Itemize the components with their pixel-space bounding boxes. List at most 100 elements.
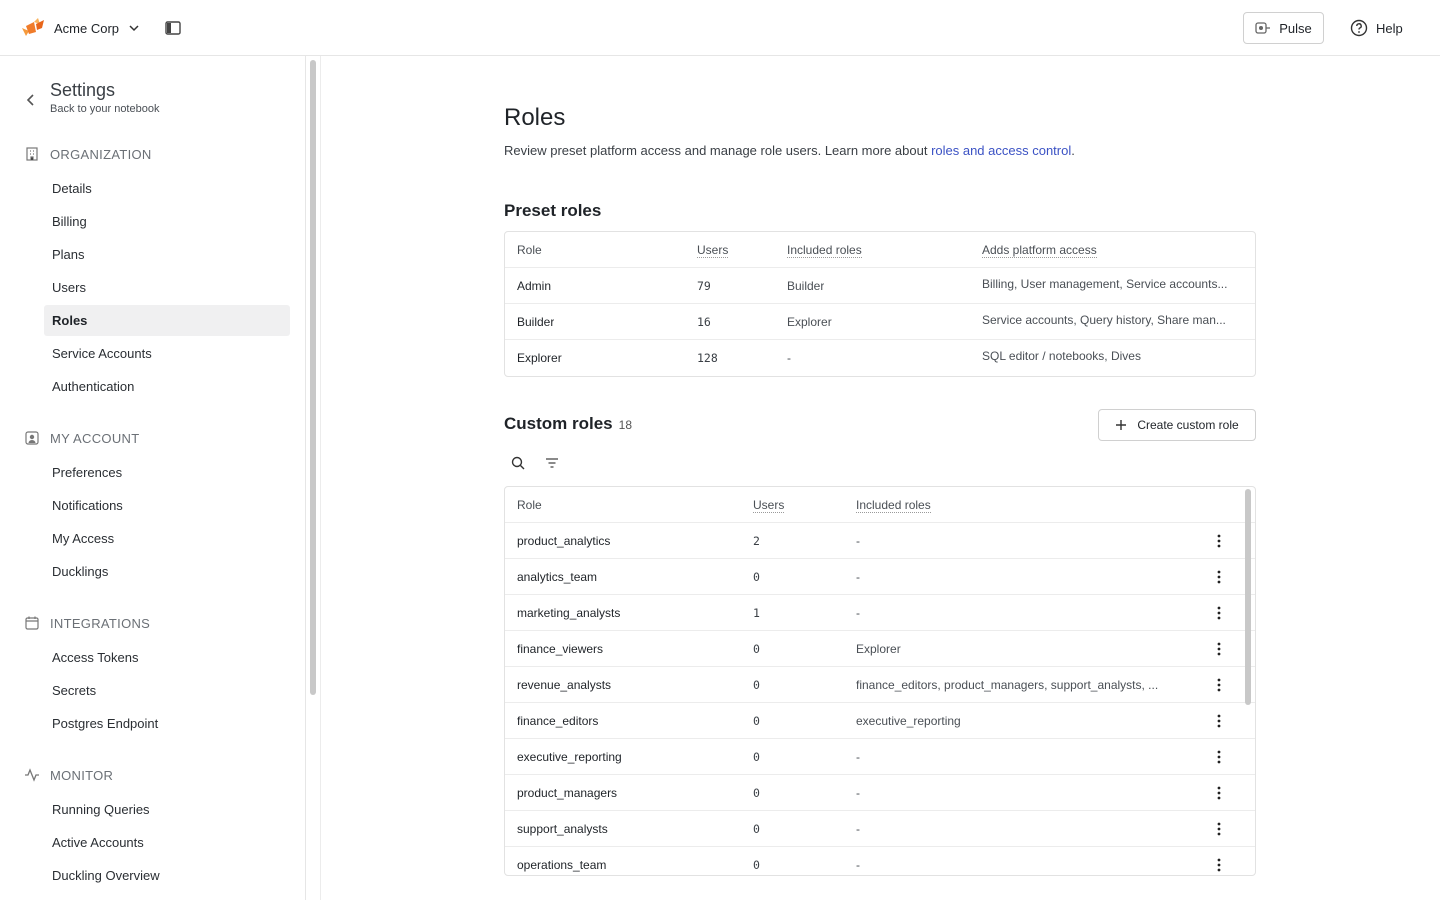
search-icon[interactable]: [510, 455, 526, 471]
role-included: -: [856, 606, 860, 620]
section-integrations: INTEGRATIONS: [24, 615, 150, 631]
preset-roles-heading: Preset roles: [504, 201, 602, 220]
table-row[interactable]: revenue_analysts 0 finance_editors, produc…: [505, 667, 1255, 703]
table-row[interactable]: operations_team 0 -: [505, 847, 1255, 875]
role-name: support_analysts: [517, 822, 608, 836]
table-row[interactable]: finance_viewers 0 Explorer: [505, 631, 1255, 667]
table-header: Role Users Included roles: [505, 487, 1255, 523]
role-included: Explorer: [856, 642, 901, 656]
col-users[interactable]: Users: [697, 243, 729, 258]
table-row[interactable]: marketing_analysts 1 -: [505, 595, 1255, 631]
col-adds-platform-access[interactable]: Adds platform access: [982, 243, 1097, 258]
sidebar-item-roles[interactable]: Roles: [44, 305, 290, 336]
section-monitor: MONITOR: [24, 767, 113, 783]
table-row[interactable]: Builder 16 Explorer Service accounts, Qu…: [505, 304, 1255, 340]
org-switcher[interactable]: Acme Corp: [20, 16, 141, 40]
more-vertical-icon[interactable]: [1211, 569, 1227, 585]
role-name: marketing_analysts: [517, 606, 621, 620]
more-vertical-icon[interactable]: [1211, 821, 1227, 837]
sidebar-item-plans[interactable]: Plans: [44, 239, 290, 270]
role-included: -: [856, 750, 860, 764]
activity-icon: [25, 768, 39, 782]
section-my-account: MY ACCOUNT: [24, 430, 139, 446]
sidebar-item-billing[interactable]: Billing: [44, 206, 290, 237]
sidebar-item-active-accounts[interactable]: Active Accounts: [44, 827, 290, 858]
col-included-roles[interactable]: Included roles: [856, 498, 931, 513]
table-row[interactable]: finance_editors 0 executive_reporting: [505, 703, 1255, 739]
table-row[interactable]: executive_reporting 0 -: [505, 739, 1255, 775]
plus-icon: [1116, 420, 1127, 430]
sidebar-item-notifications[interactable]: Notifications: [44, 490, 290, 521]
sidebar-item-authentication[interactable]: Authentication: [44, 371, 290, 402]
sidebar-item-ducklings[interactable]: Ducklings: [44, 556, 290, 587]
col-included-roles[interactable]: Included roles: [787, 243, 862, 258]
sidebar-item-access-tokens[interactable]: Access Tokens: [44, 642, 290, 673]
role-included: -: [856, 786, 860, 800]
user-square-icon: [25, 431, 39, 445]
role-user-count: 1: [753, 606, 760, 620]
table-row[interactable]: Explorer 128 - SQL editor / notebooks, D…: [505, 340, 1255, 376]
role-user-count: 2: [753, 534, 760, 548]
more-vertical-icon[interactable]: [1211, 785, 1227, 801]
more-vertical-icon[interactable]: [1211, 749, 1227, 765]
role-user-count: 0: [753, 822, 760, 836]
role-user-count: 0: [753, 786, 760, 800]
sidebar-item-running-queries[interactable]: Running Queries: [44, 794, 290, 825]
building-icon: [26, 147, 38, 161]
table-header: Role Users Included roles Adds platform …: [505, 232, 1255, 268]
filter-icon[interactable]: [544, 455, 560, 471]
back-to-notebook[interactable]: Settings Back to your notebook: [24, 80, 159, 115]
sidebar-item-secrets[interactable]: Secrets: [44, 675, 290, 706]
pulse-button[interactable]: Pulse: [1243, 12, 1324, 44]
col-role: Role: [517, 498, 542, 512]
table-row[interactable]: product_analytics 2 -: [505, 523, 1255, 559]
sidebar-item-users[interactable]: Users: [44, 272, 290, 303]
more-vertical-icon[interactable]: [1211, 713, 1227, 729]
custom-roles-count: 18: [618, 418, 632, 432]
role-name: revenue_analysts: [517, 678, 612, 692]
duck-logo-icon: [22, 18, 44, 36]
help-button[interactable]: Help: [1350, 12, 1403, 44]
role-included: finance_editors, product_managers, suppo…: [856, 678, 1159, 692]
table-row[interactable]: support_analysts 0 -: [505, 811, 1255, 847]
role-user-count: 0: [753, 750, 760, 764]
create-custom-role-button[interactable]: Create custom role: [1098, 409, 1256, 441]
sidebar-item-preferences[interactable]: Preferences: [44, 457, 290, 488]
role-name: finance_viewers: [517, 642, 604, 656]
more-vertical-icon[interactable]: [1211, 641, 1227, 657]
settings-subtitle: Back to your notebook: [50, 103, 160, 115]
table-row[interactable]: analytics_team 0 -: [505, 559, 1255, 595]
sidebar-item-duckling-overview[interactable]: Duckling Overview: [44, 860, 290, 891]
role-name: operations_team: [517, 858, 607, 872]
role-name: finance_editors: [517, 714, 599, 728]
sidebar-item-details[interactable]: Details: [44, 173, 290, 204]
role-name: executive_reporting: [517, 750, 622, 764]
roles-docs-link[interactable]: roles and access control: [931, 143, 1071, 158]
preset-roles-table: Role Users Included roles Adds platform …: [504, 231, 1256, 377]
more-vertical-icon[interactable]: [1211, 677, 1227, 693]
sidebar-item-my-access[interactable]: My Access: [44, 523, 290, 554]
sidebar-item-postgres-endpoint[interactable]: Postgres Endpoint: [44, 708, 290, 739]
col-users[interactable]: Users: [753, 498, 785, 513]
more-vertical-icon[interactable]: [1211, 533, 1227, 549]
col-role: Role: [517, 243, 542, 257]
table-row[interactable]: Admin 79 Builder Billing, User managemen…: [505, 268, 1255, 304]
sidebar-toggle-icon[interactable]: [164, 19, 182, 37]
calendar-icon: [25, 616, 39, 630]
role-name: product_managers: [517, 786, 618, 800]
chevron-left-icon: [26, 94, 34, 106]
top-bar: Acme Corp Pulse Help: [0, 0, 1440, 56]
help-circle-icon: [1350, 19, 1368, 37]
more-vertical-icon[interactable]: [1211, 605, 1227, 621]
role-name: product_analytics: [517, 534, 611, 548]
settings-title: Settings: [50, 80, 116, 100]
custom-roles-scrollbar[interactable]: [1245, 489, 1251, 705]
more-vertical-icon[interactable]: [1211, 857, 1227, 873]
chevron-down-icon: [129, 25, 139, 32]
page-title: Roles: [504, 104, 566, 131]
sidebar-scrollbar[interactable]: [310, 60, 316, 695]
sidebar-item-service-accounts[interactable]: Service Accounts: [44, 338, 290, 369]
help-label: Help: [1376, 20, 1403, 36]
table-row[interactable]: product_managers 0 -: [505, 775, 1255, 811]
role-name: analytics_team: [517, 570, 598, 584]
